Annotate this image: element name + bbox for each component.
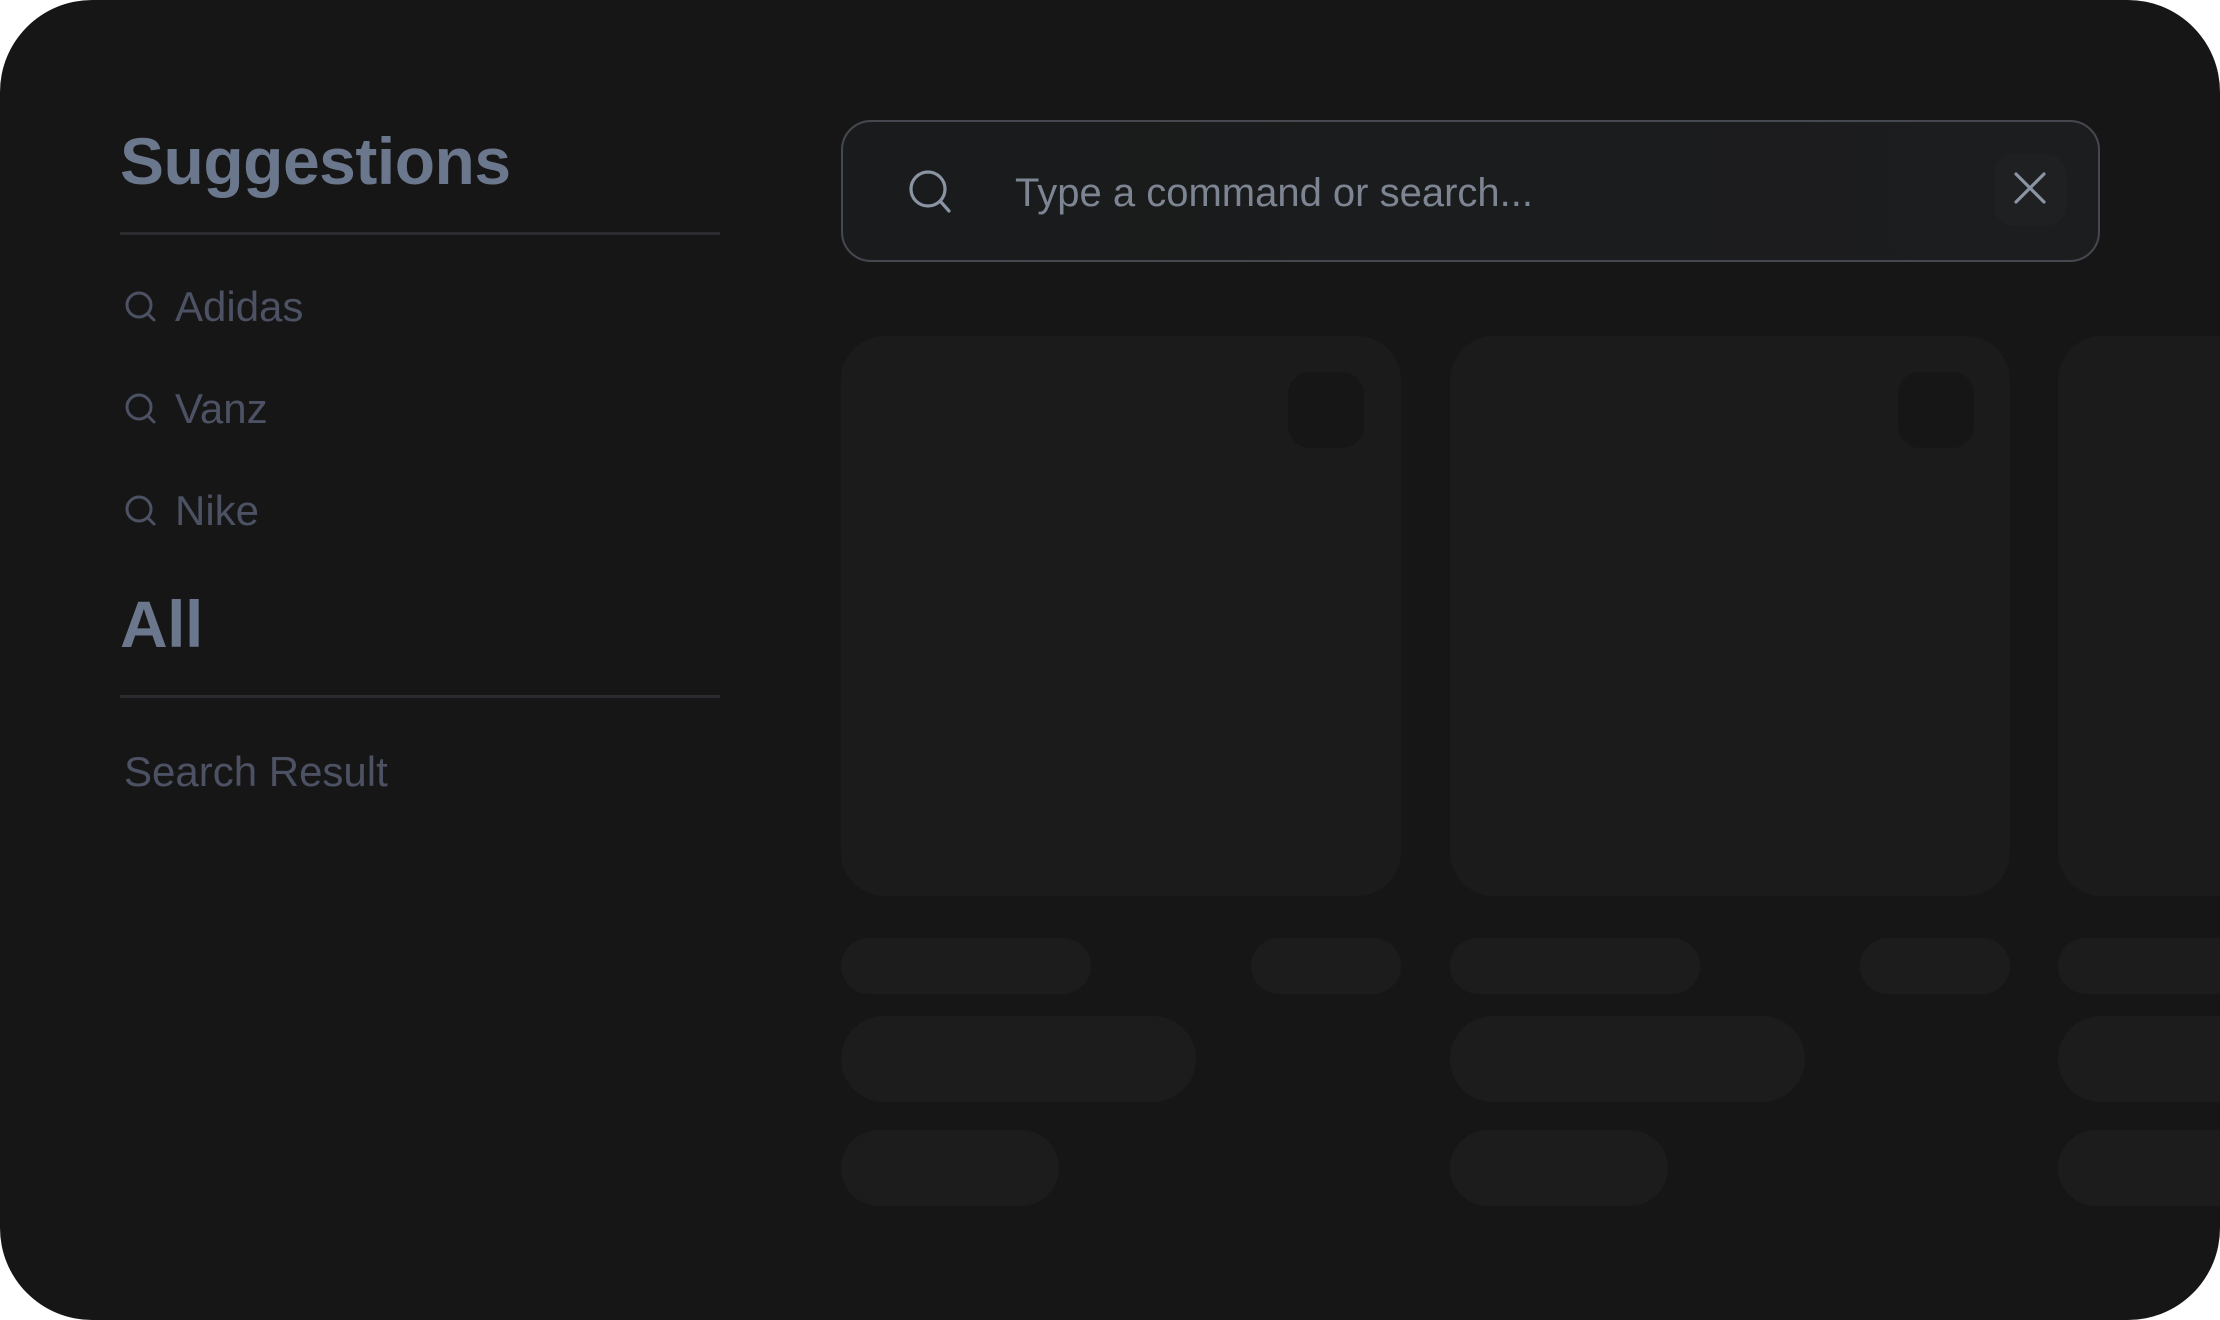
text-placeholder <box>2058 1016 2220 1102</box>
close-icon <box>2013 171 2047 210</box>
search-icon <box>123 493 159 529</box>
text-placeholder <box>841 938 1091 994</box>
text-placeholder <box>1450 1130 1668 1206</box>
text-placeholder <box>1450 1016 1805 1102</box>
search-input[interactable] <box>1015 158 1915 228</box>
text-placeholder <box>1251 938 1401 994</box>
text-placeholder <box>2058 938 2220 994</box>
suggestion-list: Adidas Vanz Nike <box>120 277 720 541</box>
suggestions-heading: Suggestions <box>120 124 511 198</box>
card-badge-placeholder <box>1288 372 1364 448</box>
clear-search-button[interactable] <box>1994 154 2066 226</box>
search-result-label: Search Result <box>124 748 388 795</box>
card-image-placeholder <box>2058 336 2220 896</box>
sidebar: Suggestions Adidas Vanz Nike All Search … <box>120 120 720 800</box>
card-badge-placeholder <box>1898 372 1974 448</box>
suggestion-label: Vanz <box>175 385 268 432</box>
text-placeholder <box>841 1130 1059 1206</box>
suggestion-label: Adidas <box>175 283 304 330</box>
search-icon <box>908 169 954 215</box>
all-heading: All <box>120 587 203 661</box>
suggestion-item-adidas[interactable]: Adidas <box>120 277 720 337</box>
suggestion-item-vanz[interactable]: Vanz <box>120 379 720 439</box>
suggestions-divider <box>120 232 720 235</box>
text-placeholder <box>841 1016 1196 1102</box>
text-placeholder <box>2058 1130 2220 1206</box>
search-icon <box>123 391 159 427</box>
search-icon <box>123 289 159 325</box>
suggestion-label: Nike <box>175 487 260 534</box>
text-placeholder <box>1450 938 1700 994</box>
command-palette-window: Suggestions Adidas Vanz Nike All Search … <box>0 0 2220 1320</box>
command-search-bar <box>841 120 2100 262</box>
text-placeholder <box>1860 938 2010 994</box>
all-divider <box>120 695 720 698</box>
suggestion-item-nike[interactable]: Nike <box>120 481 720 541</box>
